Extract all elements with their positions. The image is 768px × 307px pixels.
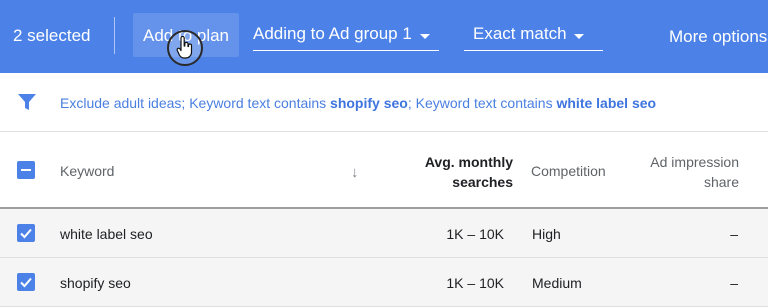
cell-avg-monthly-searches: 1K – 10K <box>446 275 504 291</box>
sort-arrow-down-icon[interactable]: ↓ <box>351 164 359 181</box>
ad-group-dropdown-label: Adding to Ad group 1 <box>253 24 412 43</box>
cell-ad-impression-share: – <box>730 226 738 242</box>
match-type-dropdown[interactable]: Exact match <box>464 14 603 51</box>
ad-group-dropdown[interactable]: Adding to Ad group 1 <box>253 14 439 51</box>
column-header-competition[interactable]: Competition <box>531 163 606 179</box>
cell-avg-monthly-searches: 1K – 10K <box>446 226 504 242</box>
checkmark-icon <box>20 277 32 288</box>
filter-bar: Exclude adult ideas; Keyword text contai… <box>0 73 768 132</box>
action-bar-divider <box>114 17 115 54</box>
caret-down-icon <box>574 34 584 39</box>
cell-ad-impression-share: – <box>730 275 738 291</box>
match-type-dropdown-label: Exact match <box>473 24 567 43</box>
select-all-checkbox[interactable] <box>17 161 35 179</box>
caret-down-icon <box>420 34 430 39</box>
row-checkbox[interactable] <box>17 224 35 242</box>
cell-competition: Medium <box>532 275 582 291</box>
filter-summary[interactable]: Exclude adult ideas; Keyword text contai… <box>60 95 656 111</box>
selection-action-bar: 2 selected Add to plan Adding to Ad grou… <box>0 0 768 73</box>
table-row[interactable]: white label seo 1K – 10K High – <box>0 209 768 258</box>
column-header-avg-monthly-searches[interactable]: Avg. monthly searches <box>400 152 513 192</box>
filter-text-part: ; Keyword text contains <box>407 95 557 111</box>
checkmark-icon <box>20 228 32 239</box>
cell-competition: High <box>532 226 561 242</box>
table-row[interactable]: shopify seo 1K – 10K Medium – <box>0 258 768 307</box>
column-header-ad-impression-share[interactable]: Ad impression share <box>620 152 739 192</box>
column-header-keyword[interactable]: Keyword <box>60 163 114 179</box>
filter-term: shopify seo <box>330 95 408 111</box>
table-header: Keyword ↓ Avg. monthly searches Competit… <box>0 132 768 209</box>
cell-keyword: white label seo <box>60 226 153 242</box>
filter-term: white label seo <box>556 95 657 111</box>
row-checkbox[interactable] <box>17 273 35 291</box>
more-options-button[interactable]: More options <box>669 27 767 47</box>
filter-text-part: Exclude adult ideas; Keyword text contai… <box>60 95 331 111</box>
cell-keyword: shopify seo <box>60 275 131 291</box>
hand-cursor-icon <box>167 30 203 66</box>
selected-count: 2 selected <box>13 26 91 45</box>
filter-icon[interactable] <box>17 93 37 116</box>
